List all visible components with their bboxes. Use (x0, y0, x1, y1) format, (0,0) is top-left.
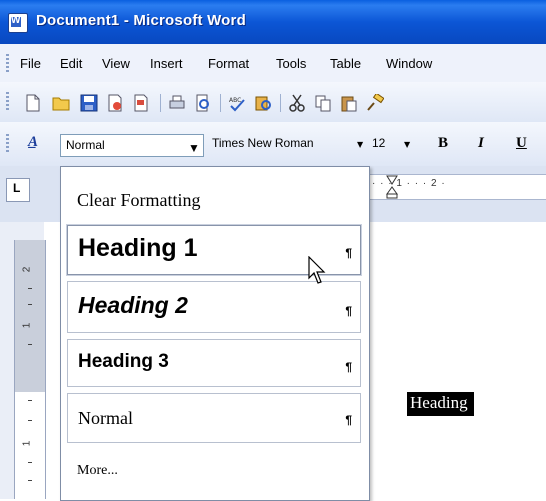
paste-icon[interactable] (340, 94, 358, 112)
format-painter-icon[interactable] (366, 94, 384, 112)
paragraph-mark-icon: ¶ (345, 246, 352, 260)
style-option-label: Clear Formatting (77, 190, 201, 210)
underline-button[interactable]: U (516, 135, 527, 152)
mouse-pointer-icon (308, 256, 326, 284)
vruler-tick (28, 304, 32, 305)
selected-text[interactable]: Heading (407, 392, 474, 416)
standard-toolbar: ABC (0, 82, 546, 122)
more-styles-label: More... (77, 463, 118, 478)
paragraph-mark-icon: ¶ (345, 304, 352, 318)
style-combo-value: Normal (66, 138, 105, 152)
new-document-icon[interactable] (24, 94, 42, 112)
menu-format[interactable]: Format (208, 56, 249, 71)
vruler-tick (28, 288, 32, 289)
print-icon[interactable] (168, 94, 186, 112)
font-size-combo-value[interactable]: 12 (372, 136, 385, 150)
menu-tools[interactable]: Tools (276, 56, 306, 71)
title-bar: Document1 - Microsoft Word (0, 0, 546, 44)
menu-file[interactable]: File (20, 56, 41, 71)
vruler-tick (28, 480, 32, 481)
vruler-tick (28, 420, 32, 421)
print-preview-doc-icon[interactable] (132, 94, 150, 112)
vruler-number: 1 (21, 322, 33, 329)
style-combo-box[interactable]: Normal ▼ (60, 134, 204, 157)
cut-scissors-icon[interactable] (288, 94, 306, 112)
window-title: Document1 - Microsoft Word (36, 12, 246, 29)
style-option-label: Heading 2 (78, 292, 188, 318)
vruler-number: 2 (21, 266, 33, 273)
vruler-tick (28, 462, 32, 463)
style-option-heading-3[interactable]: Heading 3 ¶ (67, 339, 361, 387)
save-disk-icon[interactable] (80, 94, 98, 112)
menubar-grip-handle[interactable] (6, 54, 9, 72)
style-option-heading-2[interactable]: Heading 2 ¶ (67, 281, 361, 333)
menu-window[interactable]: Window (386, 56, 432, 71)
menu-edit[interactable]: Edit (60, 56, 82, 71)
style-option-label: Heading 3 (78, 351, 169, 372)
tab-stop-selector[interactable] (6, 178, 30, 202)
style-option-more[interactable]: More... (67, 453, 361, 489)
bold-button[interactable]: B (438, 135, 448, 152)
style-option-clear-formatting[interactable]: Clear Formatting (67, 175, 361, 223)
horizontal-ruler[interactable]: · · · 1 · · · 2 · (370, 174, 546, 200)
menu-table[interactable]: Table (330, 56, 361, 71)
vruler-tick (28, 344, 32, 345)
toolbar-separator (220, 94, 221, 112)
vruler-tick (28, 400, 32, 401)
menu-view[interactable]: View (102, 56, 130, 71)
svg-text:ABC: ABC (229, 97, 241, 104)
style-dropdown-list: Clear Formatting Heading 1 ¶ Heading 2 ¶… (60, 166, 370, 501)
indent-marker-icon[interactable] (386, 175, 398, 199)
open-folder-icon[interactable] (52, 94, 70, 112)
paragraph-mark-icon: ¶ (345, 360, 352, 374)
chevron-down-icon[interactable]: ▼ (188, 141, 200, 155)
copy-icon[interactable] (314, 94, 332, 112)
menu-bar: File Edit View Insert Format Tools Table… (0, 44, 546, 83)
italic-button[interactable]: I (478, 135, 484, 152)
research-icon[interactable] (254, 94, 272, 112)
style-option-label: Heading 1 (78, 234, 198, 262)
style-option-label: Normal (78, 408, 133, 428)
toolbar-grip-handle[interactable] (6, 134, 9, 154)
font-combo-value[interactable]: Times New Roman (212, 136, 314, 150)
ruler-margin-shade (15, 240, 45, 392)
chevron-down-icon[interactable]: ▼ (357, 140, 363, 149)
paragraph-mark-icon: ¶ (345, 413, 352, 427)
toolbar-grip-handle[interactable] (6, 92, 9, 112)
spelling-check-icon[interactable]: ABC (228, 94, 246, 112)
word-app-icon[interactable] (8, 13, 28, 33)
ruler-marks: · · · 1 · · · 2 · (372, 178, 446, 189)
vertical-ruler[interactable]: 2 1 1 (14, 240, 46, 499)
print-preview-icon[interactable] (194, 94, 212, 112)
style-option-normal[interactable]: Normal ¶ (67, 393, 361, 443)
chevron-down-icon[interactable]: ▼ (404, 140, 410, 149)
permission-icon[interactable] (106, 94, 124, 112)
styles-formatting-icon[interactable]: A̲ (28, 134, 38, 151)
toolbar-separator (160, 94, 161, 112)
menu-insert[interactable]: Insert (150, 56, 183, 71)
formatting-toolbar: A̲ Normal ▼ Times New Roman ▼ 12 ▼ B I U (0, 122, 546, 167)
toolbar-separator (280, 94, 281, 112)
vruler-number: 1 (21, 440, 33, 447)
